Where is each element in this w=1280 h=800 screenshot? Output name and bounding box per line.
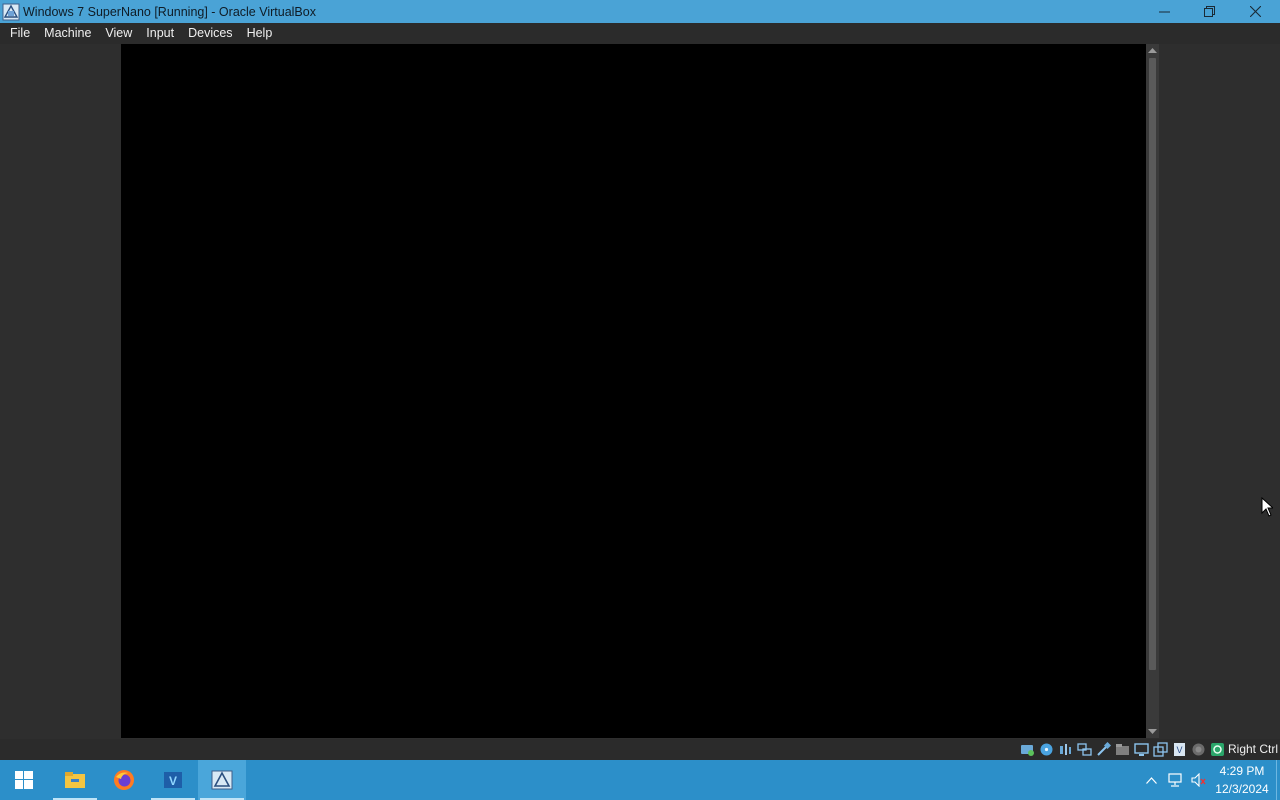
virtualbox-manager-icon: V [164, 772, 182, 788]
scroll-down-arrow-icon[interactable] [1146, 725, 1159, 738]
mouse-integration-icon[interactable] [1190, 741, 1206, 757]
volume-muted-icon [1191, 773, 1206, 787]
minimize-icon [1158, 11, 1170, 13]
taskbar-virtualbox-manager[interactable]: V [149, 760, 197, 800]
menu-input[interactable]: Input [139, 23, 181, 44]
taskbar-virtualbox-vm[interactable] [198, 760, 246, 800]
mouse-pointer-icon [1261, 496, 1275, 517]
scrollbar-thumb[interactable] [1149, 58, 1156, 670]
vm-display[interactable] [121, 44, 1146, 738]
optical-drive-icon[interactable] [1038, 741, 1054, 757]
firefox-icon [114, 770, 134, 790]
title-bar[interactable]: Windows 7 SuperNano [Running] - Oracle V… [0, 0, 1280, 23]
show-hidden-icons-icon [1145, 776, 1157, 784]
clock-date: 12/3/2024 [1215, 782, 1269, 796]
menu-devices[interactable]: Devices [181, 23, 239, 44]
svg-text:V: V [1176, 745, 1182, 755]
scroll-up-arrow-icon[interactable] [1146, 44, 1159, 57]
clock-time: 4:29 PM [1219, 764, 1265, 778]
menu-file[interactable]: File [3, 23, 37, 44]
minimize-button[interactable] [1141, 0, 1187, 23]
taskbar-clock[interactable]: 4:29 PM 12/3/2024 [1210, 762, 1274, 798]
display-icon[interactable] [1133, 741, 1149, 757]
restore-button[interactable] [1186, 0, 1232, 23]
hard-disk-icon[interactable] [1019, 741, 1035, 757]
menu-view[interactable]: View [98, 23, 139, 44]
audio-icon[interactable] [1057, 741, 1073, 757]
vm-status-bar: V Right Ctrl [0, 739, 1280, 760]
taskbar-firefox[interactable] [100, 760, 148, 800]
menu-bar: File Machine View Input Devices Help [0, 23, 1280, 44]
close-button[interactable] [1232, 0, 1278, 23]
window-title: Windows 7 SuperNano [Running] - Oracle V… [23, 4, 316, 19]
usb-icon[interactable] [1095, 741, 1111, 757]
network-icon [1168, 773, 1182, 787]
vertical-scrollbar[interactable] [1146, 44, 1159, 738]
network-icon[interactable] [1076, 741, 1092, 757]
restore-icon [1203, 6, 1215, 17]
start-windows-icon [15, 771, 33, 789]
close-icon [1249, 6, 1261, 17]
virtualization-icon[interactable]: V [1171, 741, 1187, 757]
taskbar-file-explorer[interactable] [51, 760, 99, 800]
file-explorer-icon [65, 772, 85, 788]
host-key-label: Right Ctrl [1228, 742, 1279, 756]
keyboard-icon[interactable] [1209, 741, 1225, 757]
tray-volume[interactable] [1188, 760, 1210, 800]
menu-help[interactable]: Help [240, 23, 280, 44]
virtualbox-vm-icon [211, 770, 233, 790]
show-hidden-icons-button[interactable] [1141, 760, 1161, 800]
video-capture-icon[interactable] [1152, 741, 1168, 757]
windows-taskbar: V 4:29 PM 12/3/2024 [0, 760, 1280, 800]
virtualbox-vm-icon[interactable] [2, 3, 20, 21]
menu-machine[interactable]: Machine [37, 23, 98, 44]
start-button[interactable] [0, 760, 48, 800]
tray-network[interactable] [1164, 760, 1186, 800]
show-desktop-button[interactable] [1276, 760, 1280, 800]
shared-folders-icon[interactable] [1114, 741, 1130, 757]
svg-text:V: V [169, 774, 177, 788]
